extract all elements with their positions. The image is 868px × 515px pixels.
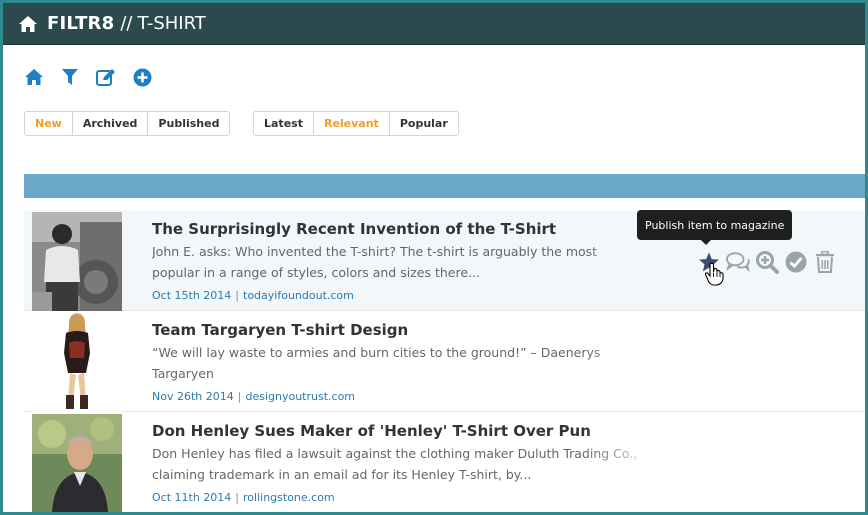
zoom-in-icon[interactable] <box>755 250 779 274</box>
feed-item[interactable]: Team Targaryen T-shirt Design “We will l… <box>24 311 865 412</box>
top-bar: FILTR8 // T-SHIRT <box>3 3 865 45</box>
feed-header-bar <box>24 174 865 198</box>
article-excerpt: John E. asks: Who invented the T-shirt? … <box>152 244 598 280</box>
breadcrumb-separator: // <box>120 13 133 34</box>
article-meta: Nov 26th 2014 | designyoutrust.com <box>152 390 356 403</box>
article-meta: Oct 15th 2014 | todayifoundout.com <box>152 289 354 302</box>
article-excerpt: Don Henley has filed a lawsuit against t… <box>152 446 638 482</box>
article-excerpt: “We will lay waste to armies and burn ci… <box>152 345 601 381</box>
section-title: T-SHIRT <box>137 13 206 34</box>
article-date: Oct 15th 2014 <box>152 289 232 302</box>
feed-list: The Surprisingly Recent Invention of the… <box>24 210 865 512</box>
app-frame: FILTR8 // T-SHIRT New Archived Published… <box>3 3 865 512</box>
article-source-link[interactable]: rollingstone.com <box>243 491 335 504</box>
article-date: Nov 26th 2014 <box>152 390 234 403</box>
filter-new-button[interactable]: New <box>25 112 73 135</box>
add-icon[interactable] <box>132 67 152 87</box>
filter-published-button[interactable]: Published <box>148 112 229 135</box>
article-title[interactable]: Team Targaryen T-shirt Design <box>152 321 408 339</box>
article-source-link[interactable]: todayifoundout.com <box>243 289 354 302</box>
toolbar <box>24 67 152 87</box>
hand-cursor-icon <box>704 262 724 286</box>
article-title[interactable]: Don Henley Sues Maker of 'Henley' T-Shir… <box>152 422 591 440</box>
trash-icon[interactable] <box>813 250 837 274</box>
comments-icon[interactable] <box>726 250 750 274</box>
filter-archived-button[interactable]: Archived <box>73 112 149 135</box>
tooltip-text: Publish item to magazine <box>645 218 785 232</box>
filter-icon[interactable] <box>60 67 80 87</box>
tooltip: Publish item to magazine <box>637 210 793 245</box>
article-thumbnail[interactable] <box>32 212 122 311</box>
home-icon[interactable] <box>24 67 44 87</box>
article-meta: Oct 11th 2014 | rollingstone.com <box>152 491 335 504</box>
sort-latest-button[interactable]: Latest <box>254 112 314 135</box>
article-source-link[interactable]: designyoutrust.com <box>245 390 355 403</box>
sort-filter-group: Latest Relevant Popular <box>253 111 459 136</box>
article-title[interactable]: The Surprisingly Recent Invention of the… <box>152 220 556 238</box>
feed-item[interactable]: Don Henley Sues Maker of 'Henley' T-Shir… <box>24 412 865 512</box>
approve-check-icon[interactable] <box>784 250 808 274</box>
sort-popular-button[interactable]: Popular <box>390 112 458 135</box>
status-filter-group: New Archived Published <box>24 111 231 136</box>
article-date: Oct 11th 2014 <box>152 491 232 504</box>
home-icon[interactable] <box>18 15 38 33</box>
article-thumbnail[interactable] <box>32 313 122 412</box>
feed-item[interactable]: The Surprisingly Recent Invention of the… <box>24 210 865 311</box>
edit-icon[interactable] <box>96 67 116 87</box>
sort-relevant-button[interactable]: Relevant <box>314 112 390 135</box>
article-thumbnail[interactable] <box>32 414 122 512</box>
brand-name[interactable]: FILTR8 <box>47 13 114 34</box>
